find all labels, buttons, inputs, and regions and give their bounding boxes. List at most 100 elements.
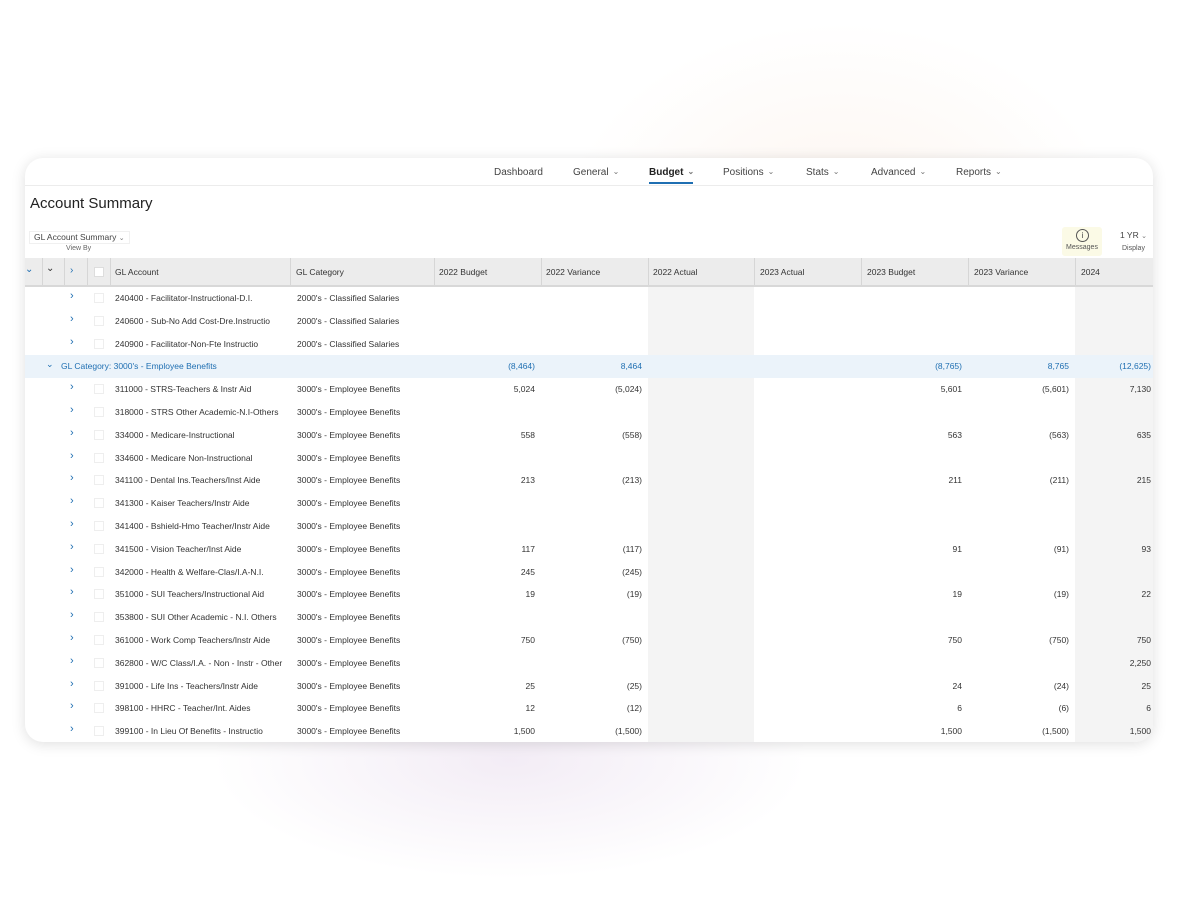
table-row[interactable]: › 399100 - In Lieu Of Benefits - Instruct… <box>25 720 1153 742</box>
row-checkbox[interactable] <box>94 566 104 577</box>
table-row[interactable]: › 341100 - Dental Ins.Teachers/Inst Aide 3… <box>25 469 1153 492</box>
view-by-dropdown[interactable]: GL Account Summary ⌄ <box>29 231 130 244</box>
expand-row-icon[interactable]: › <box>70 609 74 621</box>
select-all-checkbox[interactable] <box>94 267 104 277</box>
expand-row-icon[interactable]: › <box>70 427 74 439</box>
nav-item-dashboard[interactable]: Dashboard <box>494 167 543 178</box>
expand-row-icon[interactable]: › <box>70 700 74 712</box>
table-row[interactable]: › 341300 - Kaiser Teachers/Instr Aide 3000… <box>25 492 1153 515</box>
nav-item-reports[interactable]: Reports ⌄ <box>956 167 1002 178</box>
row-checkbox[interactable] <box>94 452 104 463</box>
row-checkbox[interactable] <box>94 338 104 349</box>
table-row[interactable]: › 398100 - HHRC - Teacher/Int. Aides 3000'… <box>25 697 1153 720</box>
table-row[interactable]: › 342000 - Health & Welfare-Clas/I.A-N.I.… <box>25 561 1153 584</box>
expand-row-icon[interactable]: › <box>70 678 74 690</box>
col-divider <box>64 258 65 285</box>
value-cell-b22: 1,500 <box>513 726 535 737</box>
table-row[interactable]: › 353800 - SUI Other Academic - N.I. Othe… <box>25 606 1153 629</box>
gl-account-cell: 240400 - Facilitator-Instructional-D.I. <box>115 293 253 303</box>
expand-row-icon[interactable]: › <box>70 450 74 462</box>
col-header-2022-budget[interactable]: 2022 Budget <box>439 267 487 277</box>
chevron-down-icon: ⌄ <box>767 167 775 176</box>
row-checkbox[interactable] <box>94 680 104 691</box>
row-checkbox[interactable] <box>94 315 104 326</box>
chevron-right-icon[interactable]: › <box>70 265 73 276</box>
col-divider <box>42 258 43 285</box>
row-checkbox[interactable] <box>94 293 104 303</box>
table-row[interactable]: › 240900 - Facilitator-Non-Fte Instructio… <box>25 333 1153 356</box>
gl-account-cell: 341300 - Kaiser Teachers/Instr Aide <box>115 498 250 509</box>
col-header-2023-actual[interactable]: 2023 Actual <box>760 267 804 277</box>
table-row[interactable]: › 318000 - STRS Other Academic-N.I-Others… <box>25 401 1153 424</box>
row-checkbox[interactable] <box>94 543 104 554</box>
row-checkbox[interactable] <box>94 703 104 714</box>
gl-category-cell: 3000's - Employee Benefits <box>297 657 401 668</box>
expand-row-icon[interactable]: › <box>70 404 74 416</box>
row-checkbox[interactable] <box>94 657 104 668</box>
row-checkbox[interactable] <box>94 521 104 531</box>
table-row[interactable]: › 334600 - Medicare Non-Instructional 3000… <box>25 447 1153 470</box>
nav-item-positions[interactable]: Positions ⌄ <box>723 167 774 178</box>
collapse-all-icon[interactable]: ⌄ <box>25 264 33 275</box>
value-cell-b23: 91 <box>952 543 962 554</box>
table-row[interactable]: › 341500 - Vision Teacher/Inst Aide 3000's… <box>25 538 1153 561</box>
col-header-2023-budget[interactable]: 2023 Budget <box>867 267 915 277</box>
expand-row-icon[interactable]: › <box>70 655 74 667</box>
expand-row-icon[interactable]: › <box>70 313 74 325</box>
col-header-gl-category[interactable]: GL Category <box>296 267 344 277</box>
row-checkbox[interactable] <box>94 407 104 417</box>
col-header-gl-account[interactable]: GL Account <box>115 267 159 277</box>
row-checkbox[interactable] <box>94 635 104 645</box>
nav-item-stats[interactable]: Stats ⌄ <box>806 167 840 178</box>
row-checkbox[interactable] <box>94 589 104 600</box>
table-row[interactable]: › 240400 - Facilitator-Instructional-D.I.… <box>25 287 1153 310</box>
value-cell-v22: (750) <box>622 635 642 645</box>
table-row[interactable]: › 334000 - Medicare-Instructional 3000's -… <box>25 424 1153 447</box>
chevron-down-icon[interactable]: ⌄ <box>46 263 54 274</box>
expand-row-icon[interactable]: › <box>70 290 74 302</box>
value-cell-b22: 19 <box>525 589 535 600</box>
expand-row-icon[interactable]: › <box>70 336 74 348</box>
col-header-2024[interactable]: 2024 <box>1081 267 1100 277</box>
row-checkbox[interactable] <box>94 475 104 486</box>
table-row[interactable]: › 362800 - W/C Class/I.A. - Non - Instr -… <box>25 652 1153 675</box>
nav-item-budget[interactable]: Budget ⌄ <box>649 167 694 178</box>
row-checkbox[interactable] <box>94 384 104 395</box>
nav-item-general[interactable]: General ⌄ <box>573 167 619 178</box>
gl-category-cell: 2000's - Classified Salaries <box>297 338 400 349</box>
group-row[interactable]: ⌄ GL Category: 3000's - Employee Benefits… <box>25 355 1153 379</box>
row-checkbox[interactable] <box>94 429 104 440</box>
table-row[interactable]: › 240600 - Sub-No Add Cost-Dre.Instructio… <box>25 310 1153 333</box>
expand-row-icon[interactable]: › <box>70 381 74 393</box>
table-row[interactable]: › 391000 - Life Ins - Teachers/Instr Aide… <box>25 675 1153 698</box>
messages-button[interactable]: i Messages <box>1062 227 1102 256</box>
row-checkbox[interactable] <box>94 726 104 737</box>
expand-row-icon[interactable]: › <box>70 723 74 735</box>
col-header-2022-variance[interactable]: 2022 Variance <box>546 267 600 277</box>
expand-row-icon[interactable]: › <box>70 586 74 598</box>
table-row[interactable]: › 351000 - SUI Teachers/Instructional Aid… <box>25 583 1153 606</box>
expand-row-icon[interactable]: › <box>70 495 74 507</box>
nav-item-label: General <box>573 167 609 178</box>
expand-row-icon[interactable]: › <box>70 632 74 644</box>
expand-row-icon[interactable]: › <box>70 472 74 484</box>
gl-category-cell: 3000's - Employee Benefits <box>297 429 401 440</box>
gl-account-cell: 391000 - Life Ins - Teachers/Instr Aide <box>115 680 259 691</box>
col-header-2023-variance[interactable]: 2023 Variance <box>974 267 1028 277</box>
display-dropdown[interactable]: 1 YR ⌄ <box>1120 230 1147 240</box>
expand-row-icon[interactable]: › <box>70 541 74 553</box>
row-checkbox[interactable] <box>94 498 104 509</box>
col-header-2022-actual[interactable]: 2022 Actual <box>653 267 697 277</box>
table-row[interactable]: › 361000 - Work Comp Teachers/Instr Aide 3… <box>25 629 1153 652</box>
expand-row-icon[interactable]: › <box>70 518 74 530</box>
row-checkbox[interactable] <box>94 612 104 623</box>
table-row[interactable]: › 311000 - STRS-Teachers & Instr Aid 3000'… <box>25 378 1153 401</box>
gl-category-cell: 2000's - Classified Salaries <box>297 293 400 303</box>
nav-item-advanced[interactable]: Advanced ⌄ <box>871 167 926 178</box>
table-row[interactable]: › 341400 - Bshield-Hmo Teacher/Instr Aide… <box>25 515 1153 538</box>
expand-row-icon[interactable]: › <box>70 564 74 576</box>
gl-account-cell: 341400 - Bshield-Hmo Teacher/Instr Aide <box>115 521 270 531</box>
value-cell-y24: 215 <box>1136 475 1151 486</box>
collapse-group-icon[interactable]: ⌄ <box>46 359 54 370</box>
value-cell-b22: 213 <box>520 475 535 486</box>
